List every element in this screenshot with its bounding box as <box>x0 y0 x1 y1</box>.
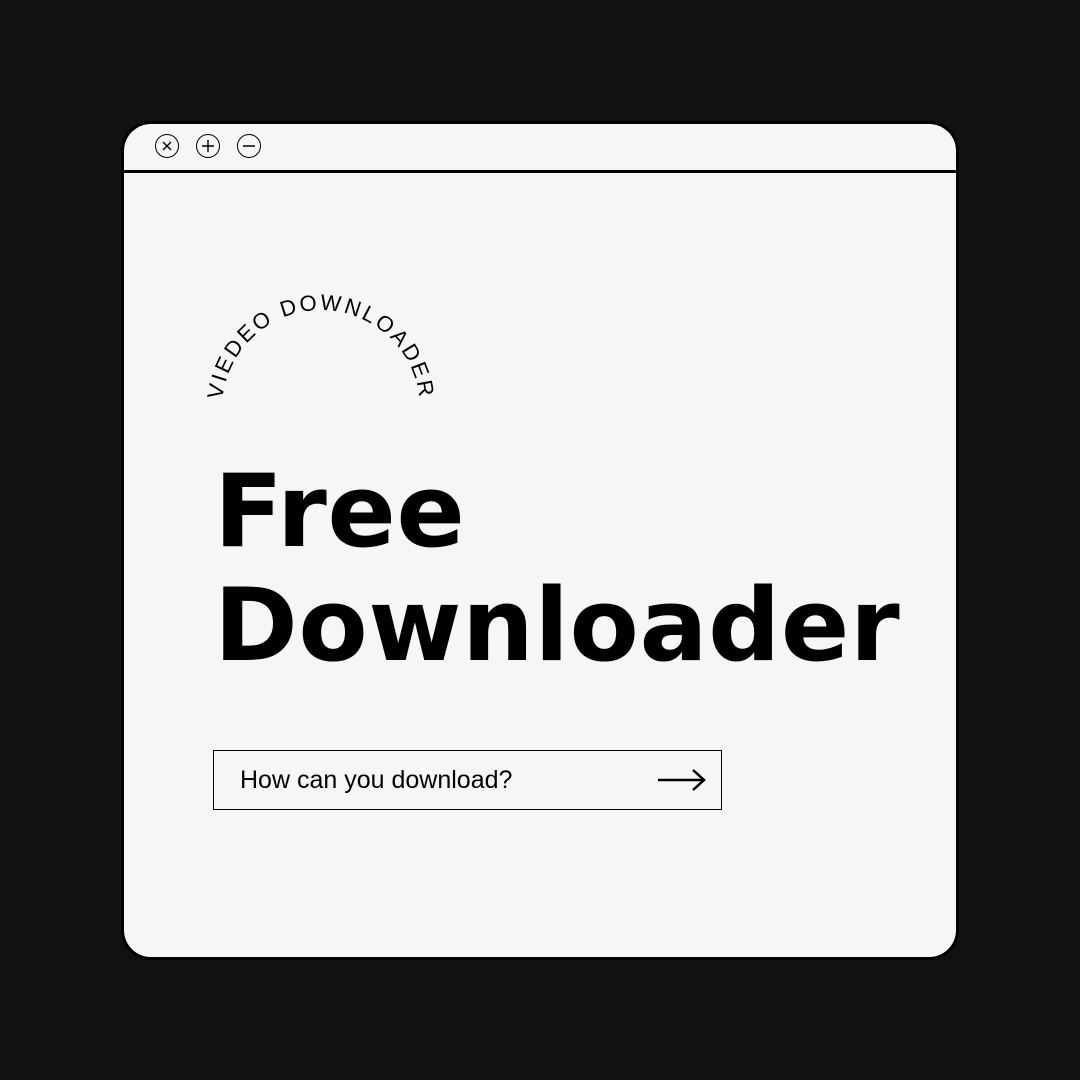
title-bar <box>124 124 956 173</box>
minus-icon <box>243 145 255 147</box>
arrow-right-icon <box>658 769 706 791</box>
maximize-button[interactable] <box>196 134 220 158</box>
close-icon <box>162 141 172 151</box>
plus-icon <box>202 140 214 152</box>
headline-line-1: Free <box>214 452 466 570</box>
app-window: VIEDEO DOWNLOADER Free Downloader How ca… <box>121 121 959 960</box>
curved-label: VIEDEO DOWNLOADER <box>202 289 437 400</box>
curved-label-text: VIEDEO DOWNLOADER <box>202 289 439 400</box>
minimize-button[interactable] <box>237 134 261 158</box>
headline: Free Downloader <box>214 454 900 682</box>
close-button[interactable] <box>155 134 179 158</box>
download-cta-button[interactable]: How can you download? <box>213 750 722 810</box>
headline-line-2: Downloader <box>214 566 901 684</box>
cta-label: How can you download? <box>240 765 513 794</box>
